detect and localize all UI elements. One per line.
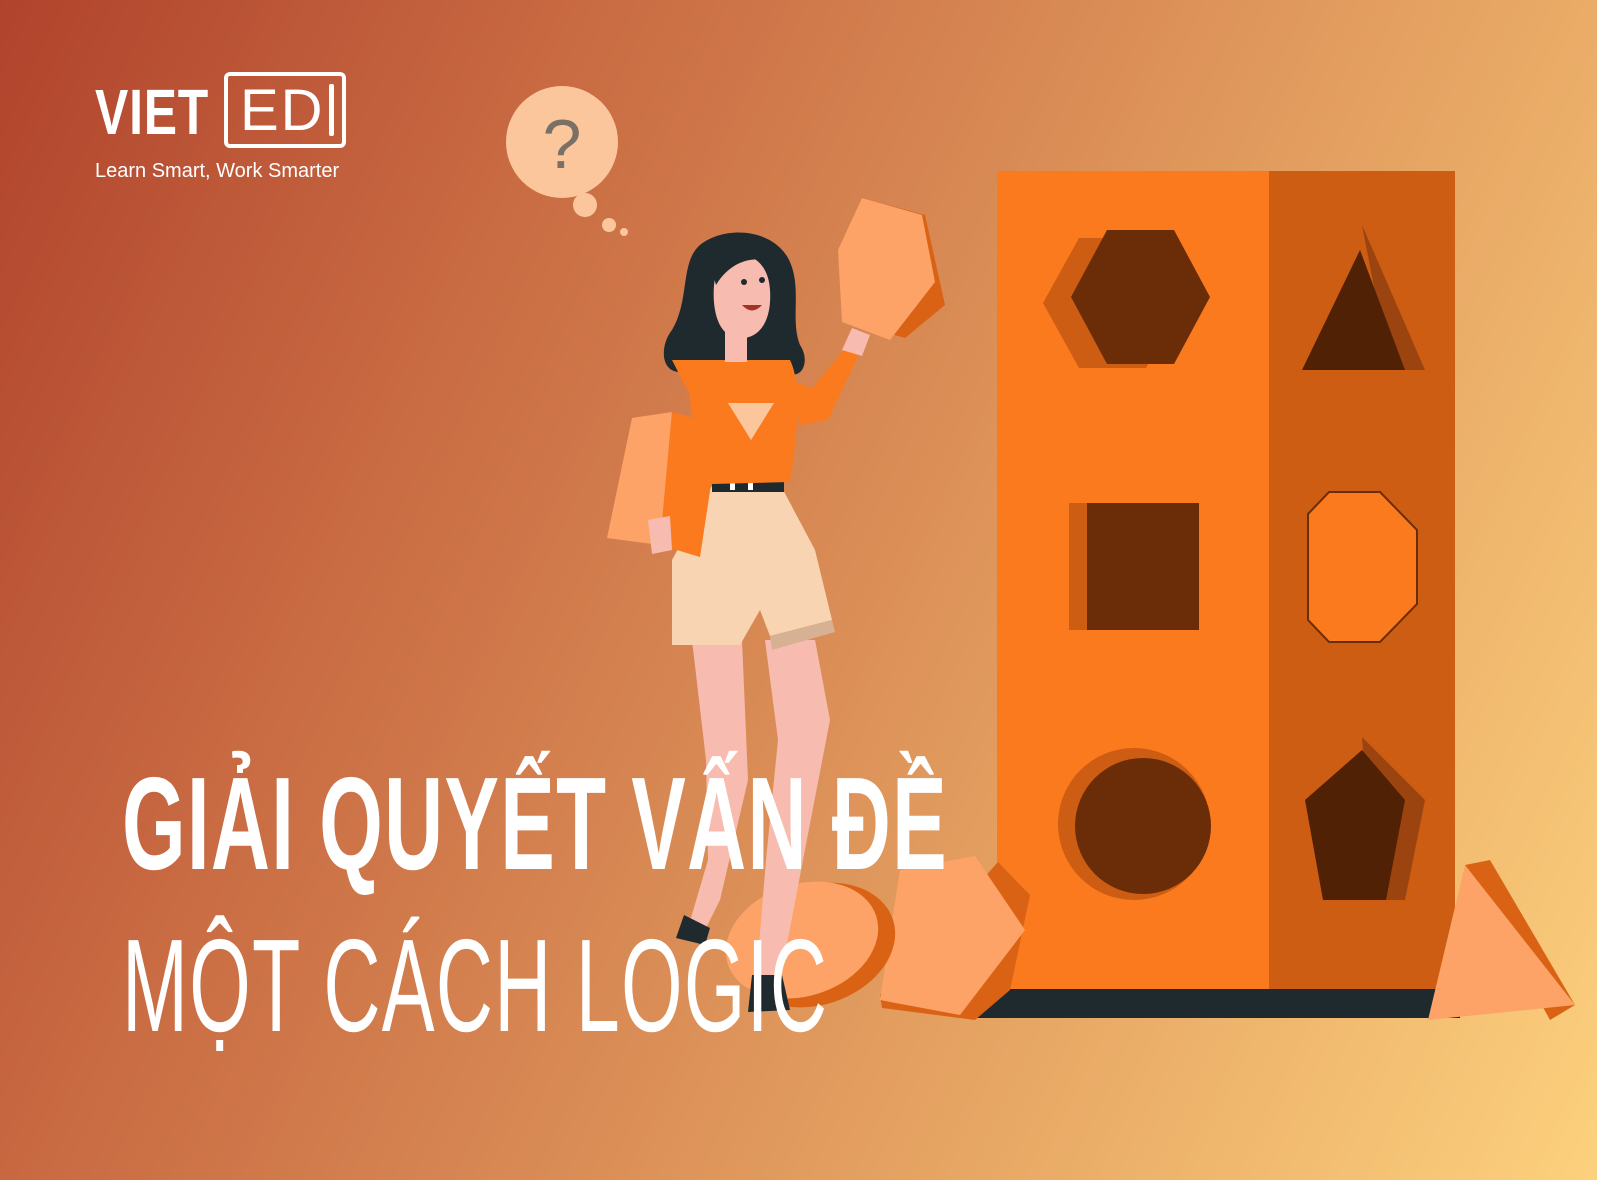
thought-bubble-dot-small [620, 228, 628, 236]
woman-eye [741, 279, 747, 285]
square-hole-shadow [1069, 503, 1089, 630]
headline: GIẢI QUYẾT VẤN ĐỀ [122, 758, 1022, 908]
octagon-outline [1307, 491, 1418, 643]
shape-sorter-tower [972, 171, 1460, 1018]
subheadline: MỘT CÁCH LOGIC [122, 920, 1022, 1070]
woman-eye [759, 277, 765, 283]
question-mark-icon: ? [543, 105, 582, 183]
circle-hole [1075, 758, 1211, 894]
headline-line-1: GIẢI QUYẾT VẤN ĐỀ [122, 750, 948, 897]
thought-bubble-dot-medium [602, 218, 616, 232]
headline-line-2: MỘT CÁCH LOGIC [122, 912, 829, 1059]
square-hole [1087, 503, 1199, 630]
tower-base [972, 988, 1460, 1018]
woman-hand-book [648, 516, 672, 554]
thought-bubble-dot-large [573, 193, 597, 217]
thought-bubble: ? [506, 86, 628, 236]
